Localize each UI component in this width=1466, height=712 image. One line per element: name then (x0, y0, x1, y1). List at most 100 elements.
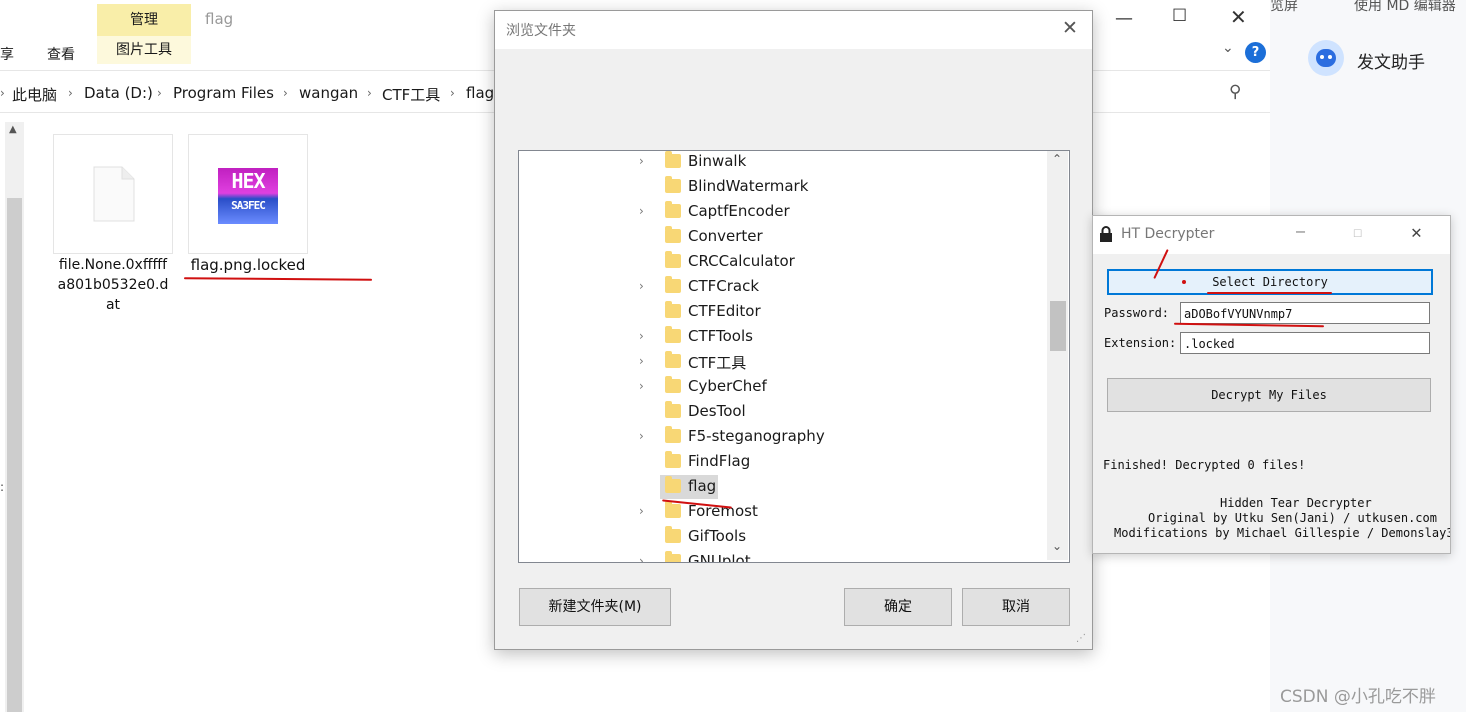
search-icon[interactable]: ⚲ (1229, 82, 1241, 102)
tree-folder-item[interactable]: GifTools (519, 525, 1047, 550)
ok-button[interactable]: 确定 (844, 588, 952, 626)
tree-folder-item[interactable]: DesTool (519, 400, 1047, 425)
folder-icon (665, 451, 681, 468)
maximize-icon[interactable]: ☐ (1172, 6, 1187, 26)
tree-folder-item[interactable]: › CaptfEncoder (519, 200, 1047, 225)
scroll-down-arrow-icon[interactable]: ⌄ (1052, 539, 1062, 553)
folder-icon (665, 301, 681, 318)
extension-label: Extension: (1104, 336, 1177, 350)
folder-icon (665, 476, 681, 493)
extension-field[interactable]: .locked (1180, 332, 1430, 354)
tree-folder-item[interactable]: › GNUplot (519, 550, 1047, 562)
expand-chevron-icon[interactable]: › (639, 154, 644, 168)
tree-folder-item[interactable]: BlindWatermark (519, 175, 1047, 200)
credits-line: Modifications by Michael Gillespie / Dem… (1114, 526, 1450, 540)
close-icon[interactable]: ✕ (1411, 222, 1422, 243)
expand-chevron-icon[interactable]: › (639, 379, 644, 393)
new-folder-button[interactable]: 新建文件夹(M) (519, 588, 671, 626)
tree-folder-item[interactable]: CRCCalculator (519, 250, 1047, 275)
tree-folder-item[interactable]: › F5-steganography (519, 425, 1047, 450)
cancel-button[interactable]: 取消 (962, 588, 1070, 626)
window-title: flag (205, 10, 234, 28)
chevron-right-icon: › (0, 86, 5, 100)
chevron-right-icon[interactable]: › (283, 86, 288, 100)
tree-folder-item[interactable]: › CTF工具 (519, 350, 1047, 375)
file-item-flag-png-locked[interactable]: HEX SA3FEC (188, 134, 308, 254)
nav-pane-scrollbar-thumb[interactable] (7, 198, 22, 712)
annotation-underline (183, 277, 373, 281)
ribbon-tab-share[interactable]: 享 (0, 44, 14, 64)
tree-scrollbar-thumb[interactable] (1050, 301, 1066, 351)
tree-folder-item[interactable]: › Binwalk (519, 151, 1047, 175)
status-text: Finished! Decrypted 0 files! (1103, 458, 1306, 472)
expand-chevron-icon[interactable]: › (639, 504, 644, 518)
breadcrumb-this-pc[interactable]: 此电脑 (12, 84, 57, 105)
tree-folder-label: CTFCrack (688, 277, 760, 295)
tree-folder-item[interactable]: flag (519, 475, 1047, 500)
chevron-right-icon[interactable]: › (450, 86, 455, 100)
folder-icon (665, 176, 681, 193)
password-field[interactable]: aDOBofVYUNVnmp7 (1180, 302, 1430, 324)
folder-icon (665, 401, 681, 418)
use-md-editor-link[interactable]: 使用 MD 编辑器 (1354, 0, 1456, 15)
minimize-icon[interactable]: — (1296, 222, 1305, 240)
close-icon[interactable]: ✕ (1062, 17, 1078, 39)
ht-decrypter-window: HT Decrypter — ☐ ✕ Select Directory Pass… (1092, 215, 1451, 554)
decrypt-files-button[interactable]: Decrypt My Files (1107, 378, 1431, 412)
folder-icon (665, 526, 681, 543)
lock-icon (1100, 226, 1112, 242)
annotation-underline (1207, 292, 1332, 294)
breadcrumb-data-drive[interactable]: Data (D:) (84, 84, 153, 102)
assistant-avatar-icon[interactable] (1308, 40, 1344, 76)
breadcrumb-ctf-tools[interactable]: CTF工具 (382, 84, 440, 105)
tree-folder-item[interactable]: › CyberChef (519, 375, 1047, 400)
ribbon-tab-picture-tools[interactable]: 图片工具 (97, 36, 191, 64)
tree-folder-label: flag (688, 477, 717, 495)
file-name-flag-png-locked[interactable]: flag.png.locked (178, 255, 318, 275)
credits-block: Hidden Tear Decrypter Original by Utku S… (1093, 496, 1450, 546)
blank-file-icon (93, 166, 135, 222)
expand-chevron-icon[interactable]: › (639, 204, 644, 218)
tree-folder-item[interactable]: CTFEditor (519, 300, 1047, 325)
chevron-right-icon[interactable]: › (157, 86, 162, 100)
assistant-label[interactable]: 发文助手 (1357, 48, 1425, 73)
help-icon[interactable]: ? (1245, 42, 1266, 63)
tree-folder-label: Binwalk (688, 152, 747, 170)
tree-folder-item[interactable]: › CTFCrack (519, 275, 1047, 300)
ribbon-tab-view[interactable]: 查看 (47, 44, 75, 64)
tree-folder-item[interactable]: FindFlag (519, 450, 1047, 475)
chevron-right-icon[interactable]: › (367, 86, 372, 100)
scroll-up-arrow-icon[interactable]: ▲ (9, 124, 17, 135)
expand-chevron-icon[interactable]: › (639, 354, 644, 368)
resize-grip-icon[interactable]: ⋰ (1076, 633, 1086, 644)
folder-icon (665, 426, 681, 443)
expand-chevron-icon[interactable]: › (639, 429, 644, 443)
tree-folder-item[interactable]: Converter (519, 225, 1047, 250)
file-name-dat[interactable]: file.None.0xfffff a801b0532e0.d at (43, 255, 183, 315)
credits-line: Hidden Tear Decrypter (1220, 496, 1372, 510)
file-item-dat[interactable] (53, 134, 173, 254)
file-name-line: a801b0532e0.d (57, 277, 169, 293)
expand-chevron-icon[interactable]: › (639, 554, 644, 562)
close-icon[interactable]: ✕ (1230, 5, 1247, 29)
folder-icon (665, 201, 681, 218)
scroll-up-arrow-icon[interactable]: ⌃ (1052, 152, 1062, 166)
breadcrumb-wangan[interactable]: wangan (299, 84, 358, 102)
breadcrumb-program-files[interactable]: Program Files (173, 84, 274, 102)
maximize-icon: ☐ (1353, 223, 1363, 241)
tree-folder-label: GifTools (688, 527, 747, 545)
tree-folder-item[interactable]: › CTFTools (519, 325, 1047, 350)
tree-scrollbar[interactable] (1047, 151, 1068, 560)
dialog-titlebar (495, 11, 1092, 49)
tree-folder-item[interactable]: › Foremost (519, 500, 1047, 525)
chevron-down-icon[interactable]: ⌄ (1222, 40, 1234, 56)
breadcrumb-flag[interactable]: flag (466, 84, 494, 102)
expand-chevron-icon[interactable]: › (639, 279, 644, 293)
expand-chevron-icon[interactable]: › (639, 329, 644, 343)
tree-folder-label: CyberChef (688, 377, 767, 395)
chevron-right-icon[interactable]: › (68, 86, 73, 100)
toolbar-text-partial[interactable]: 览屏 (1270, 0, 1298, 15)
folder-tree[interactable]: › Binwalk BlindWatermark › CaptfEncoder Conve… (518, 150, 1070, 563)
minimize-icon[interactable]: — (1115, 8, 1133, 29)
ribbon-tab-manage[interactable]: 管理 (97, 4, 191, 36)
